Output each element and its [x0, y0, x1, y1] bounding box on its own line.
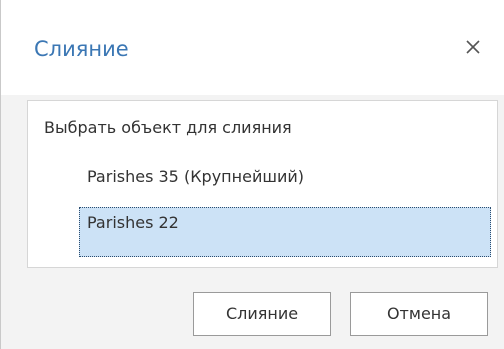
- dialog-title: Слияние: [34, 37, 129, 61]
- close-icon: [466, 40, 480, 54]
- merge-dialog: Слияние Выбрать объект для слияния Paris…: [0, 0, 504, 349]
- dialog-title-bar: Слияние: [1, 0, 504, 95]
- close-button[interactable]: [459, 32, 489, 62]
- merge-button[interactable]: Слияние: [193, 292, 331, 336]
- list-item-parishes-22[interactable]: Parishes 22: [79, 207, 491, 257]
- feature-list-panel: Выбрать объект для слияния Parishes 35 (…: [27, 100, 498, 268]
- cancel-button[interactable]: Отмена: [350, 292, 488, 336]
- list-item-parishes-35[interactable]: Parishes 35 (Крупнейший): [79, 161, 491, 195]
- list-header: Выбрать объект для слияния: [44, 118, 292, 137]
